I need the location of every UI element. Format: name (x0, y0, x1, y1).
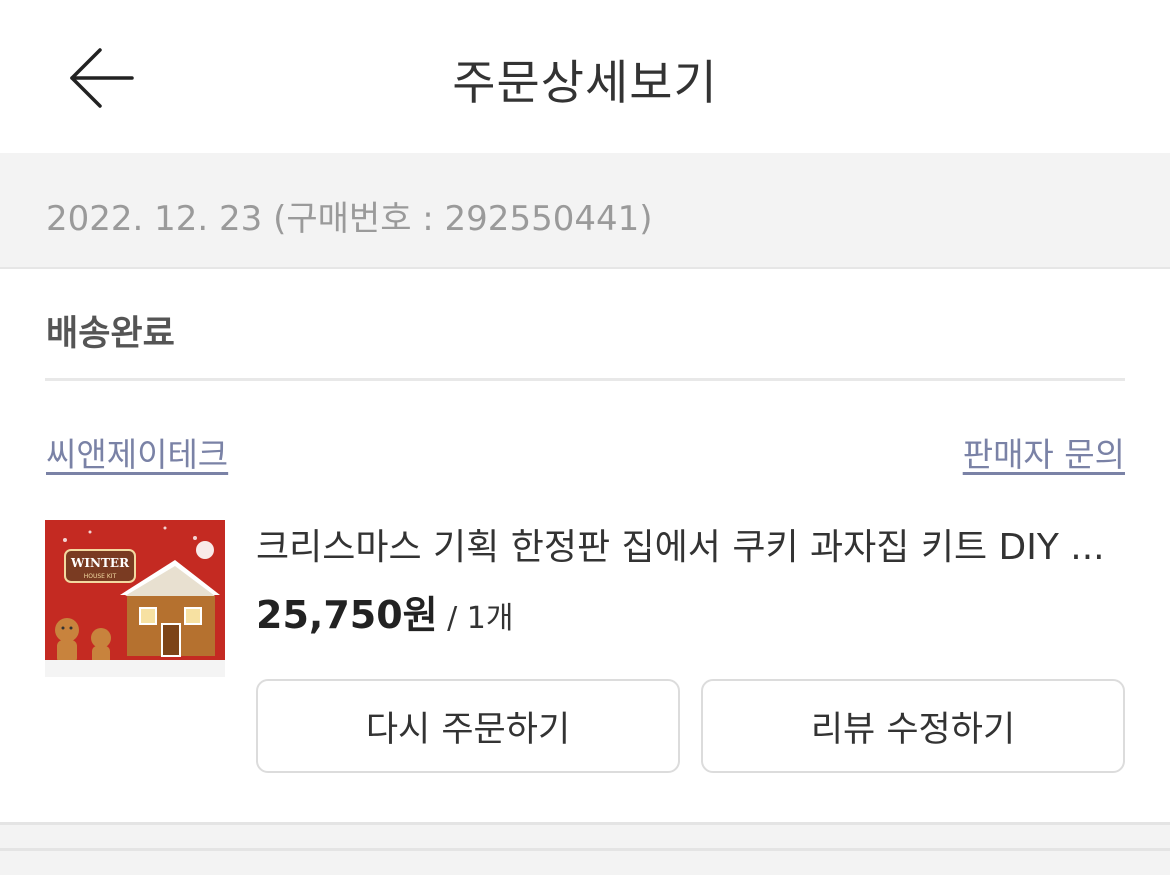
seller-name-link[interactable]: 씨앤제이테크 (46, 428, 228, 476)
delivery-status: 배송완료 (46, 314, 175, 354)
reorder-button[interactable]: 다시 주문하기 (256, 679, 680, 773)
product-price: 25,750원 (256, 593, 438, 637)
product-thumbnail[interactable]: WINTER HOUSE KIT (45, 520, 225, 677)
order-meta-band: 2022. 12. 23 (구매번호 : 292550441) (0, 153, 1170, 269)
price-line: 25,750원 / 1개 (256, 584, 513, 639)
page-title: 주문상세보기 (452, 56, 718, 111)
svg-text:HOUSE KIT: HOUSE KIT (84, 573, 117, 580)
seller-inquiry-link[interactable]: 판매자 문의 (963, 428, 1125, 476)
divider (45, 378, 1125, 381)
order-date-and-number: 2022. 12. 23 (구매번호 : 292550441) (46, 199, 653, 239)
edit-review-button[interactable]: 리뷰 수정하기 (701, 679, 1125, 773)
gingerbread-house-kit-image: WINTER HOUSE KIT (45, 520, 225, 677)
divider (0, 848, 1170, 851)
top-app-bar: 주문상세보기 (0, 0, 1170, 153)
product-quantity: / 1개 (437, 601, 514, 636)
product-name[interactable]: 크리스마스 기획 한정판 집에서 쿠키 과자집 키트 DIY ... (256, 518, 1116, 570)
svg-text:WINTER: WINTER (70, 556, 130, 570)
